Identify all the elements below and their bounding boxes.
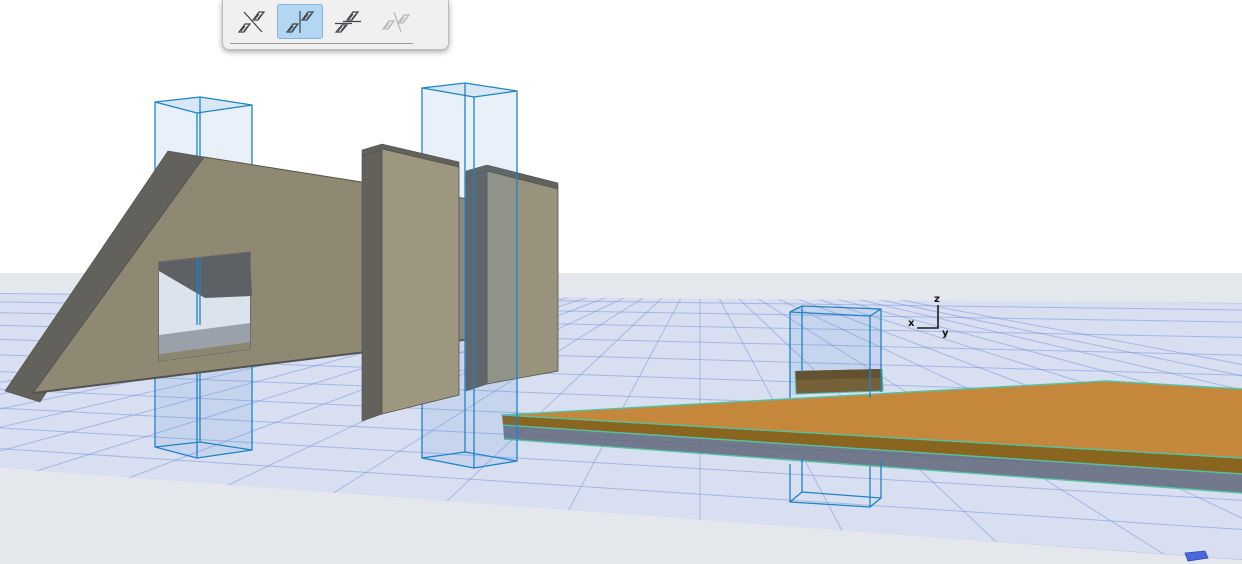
- 3d-scene: z x y: [0, 82, 1242, 564]
- junction-diagonal-icon: [382, 11, 410, 32]
- 3d-viewport[interactable]: z x y: [0, 0, 1242, 564]
- junction-vertical-icon: [286, 10, 314, 33]
- junction-cross-button[interactable]: [229, 4, 275, 39]
- junction-diagonal-button[interactable]: [373, 4, 419, 39]
- junction-toolbar: [222, 0, 449, 50]
- toolbar-separator: [230, 43, 413, 44]
- axis-z-label: z: [934, 294, 940, 305]
- junction-cross-icon: [238, 10, 266, 33]
- axis-y-label: y: [942, 328, 949, 339]
- junction-vertical-button[interactable]: [277, 4, 323, 39]
- junction-offset-button[interactable]: [325, 4, 371, 39]
- axis-x-label: x: [908, 318, 915, 329]
- middle-wall-left[interactable]: [361, 143, 460, 422]
- junction-offset-icon: [334, 10, 361, 33]
